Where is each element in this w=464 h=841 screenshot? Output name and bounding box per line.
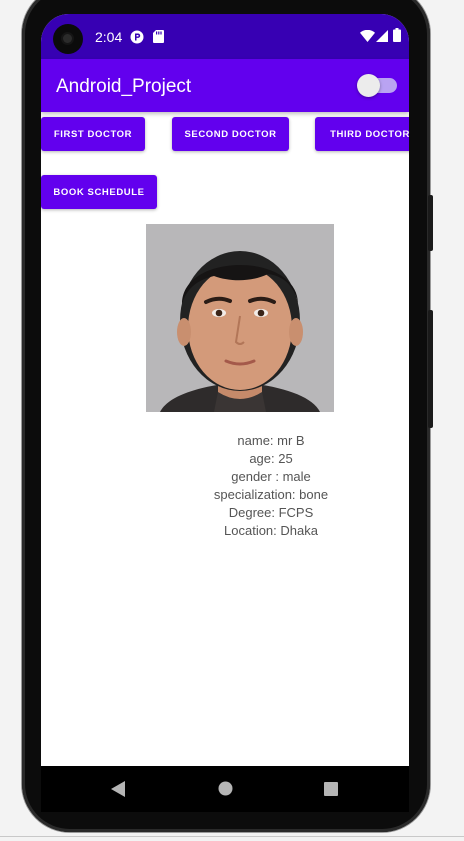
third-doctor-button[interactable]: THIRD DOCTOR [315, 117, 409, 151]
doctor-degree: Degree: FCPS [228, 505, 314, 520]
device-screen: 2:04 Android_Project FIRST DOCTOR SECOND… [41, 14, 409, 766]
system-navigation-bar [41, 766, 409, 812]
wifi-icon [360, 30, 375, 42]
doctor-photo [146, 224, 334, 412]
divider [0, 836, 464, 837]
doctor-location: Location: Dhaka [224, 523, 318, 538]
app-bar: Android_Project [41, 59, 409, 112]
doctor-portrait-image [146, 224, 334, 412]
doctor-specialization: specialization: bone [213, 487, 329, 502]
sd-card-icon [153, 30, 164, 43]
second-doctor-button[interactable]: SECOND DOCTOR [172, 117, 289, 151]
notification-p-icon [130, 30, 144, 44]
battery-icon [393, 28, 401, 42]
doctor-age: age: 25 [249, 451, 293, 466]
status-bar: 2:04 [41, 14, 409, 59]
back-icon[interactable] [111, 781, 125, 797]
doctor-gender: gender : male [231, 469, 311, 484]
home-icon[interactable] [218, 781, 233, 796]
volume-button [428, 310, 433, 428]
doctor-name: name: mr B [237, 433, 305, 448]
status-time: 2:04 [95, 29, 123, 45]
signal-icon [376, 30, 388, 42]
front-camera [53, 24, 83, 54]
theme-toggle-switch[interactable] [357, 74, 380, 97]
power-button [428, 195, 433, 251]
doctor-info: name: mr B age: 25 gender : male special… [121, 432, 409, 540]
first-doctor-button[interactable]: FIRST DOCTOR [41, 117, 145, 151]
app-title: Android_Project [56, 76, 192, 97]
recents-icon[interactable] [324, 782, 338, 796]
book-schedule-button[interactable]: BOOK SCHEDULE [41, 175, 157, 209]
